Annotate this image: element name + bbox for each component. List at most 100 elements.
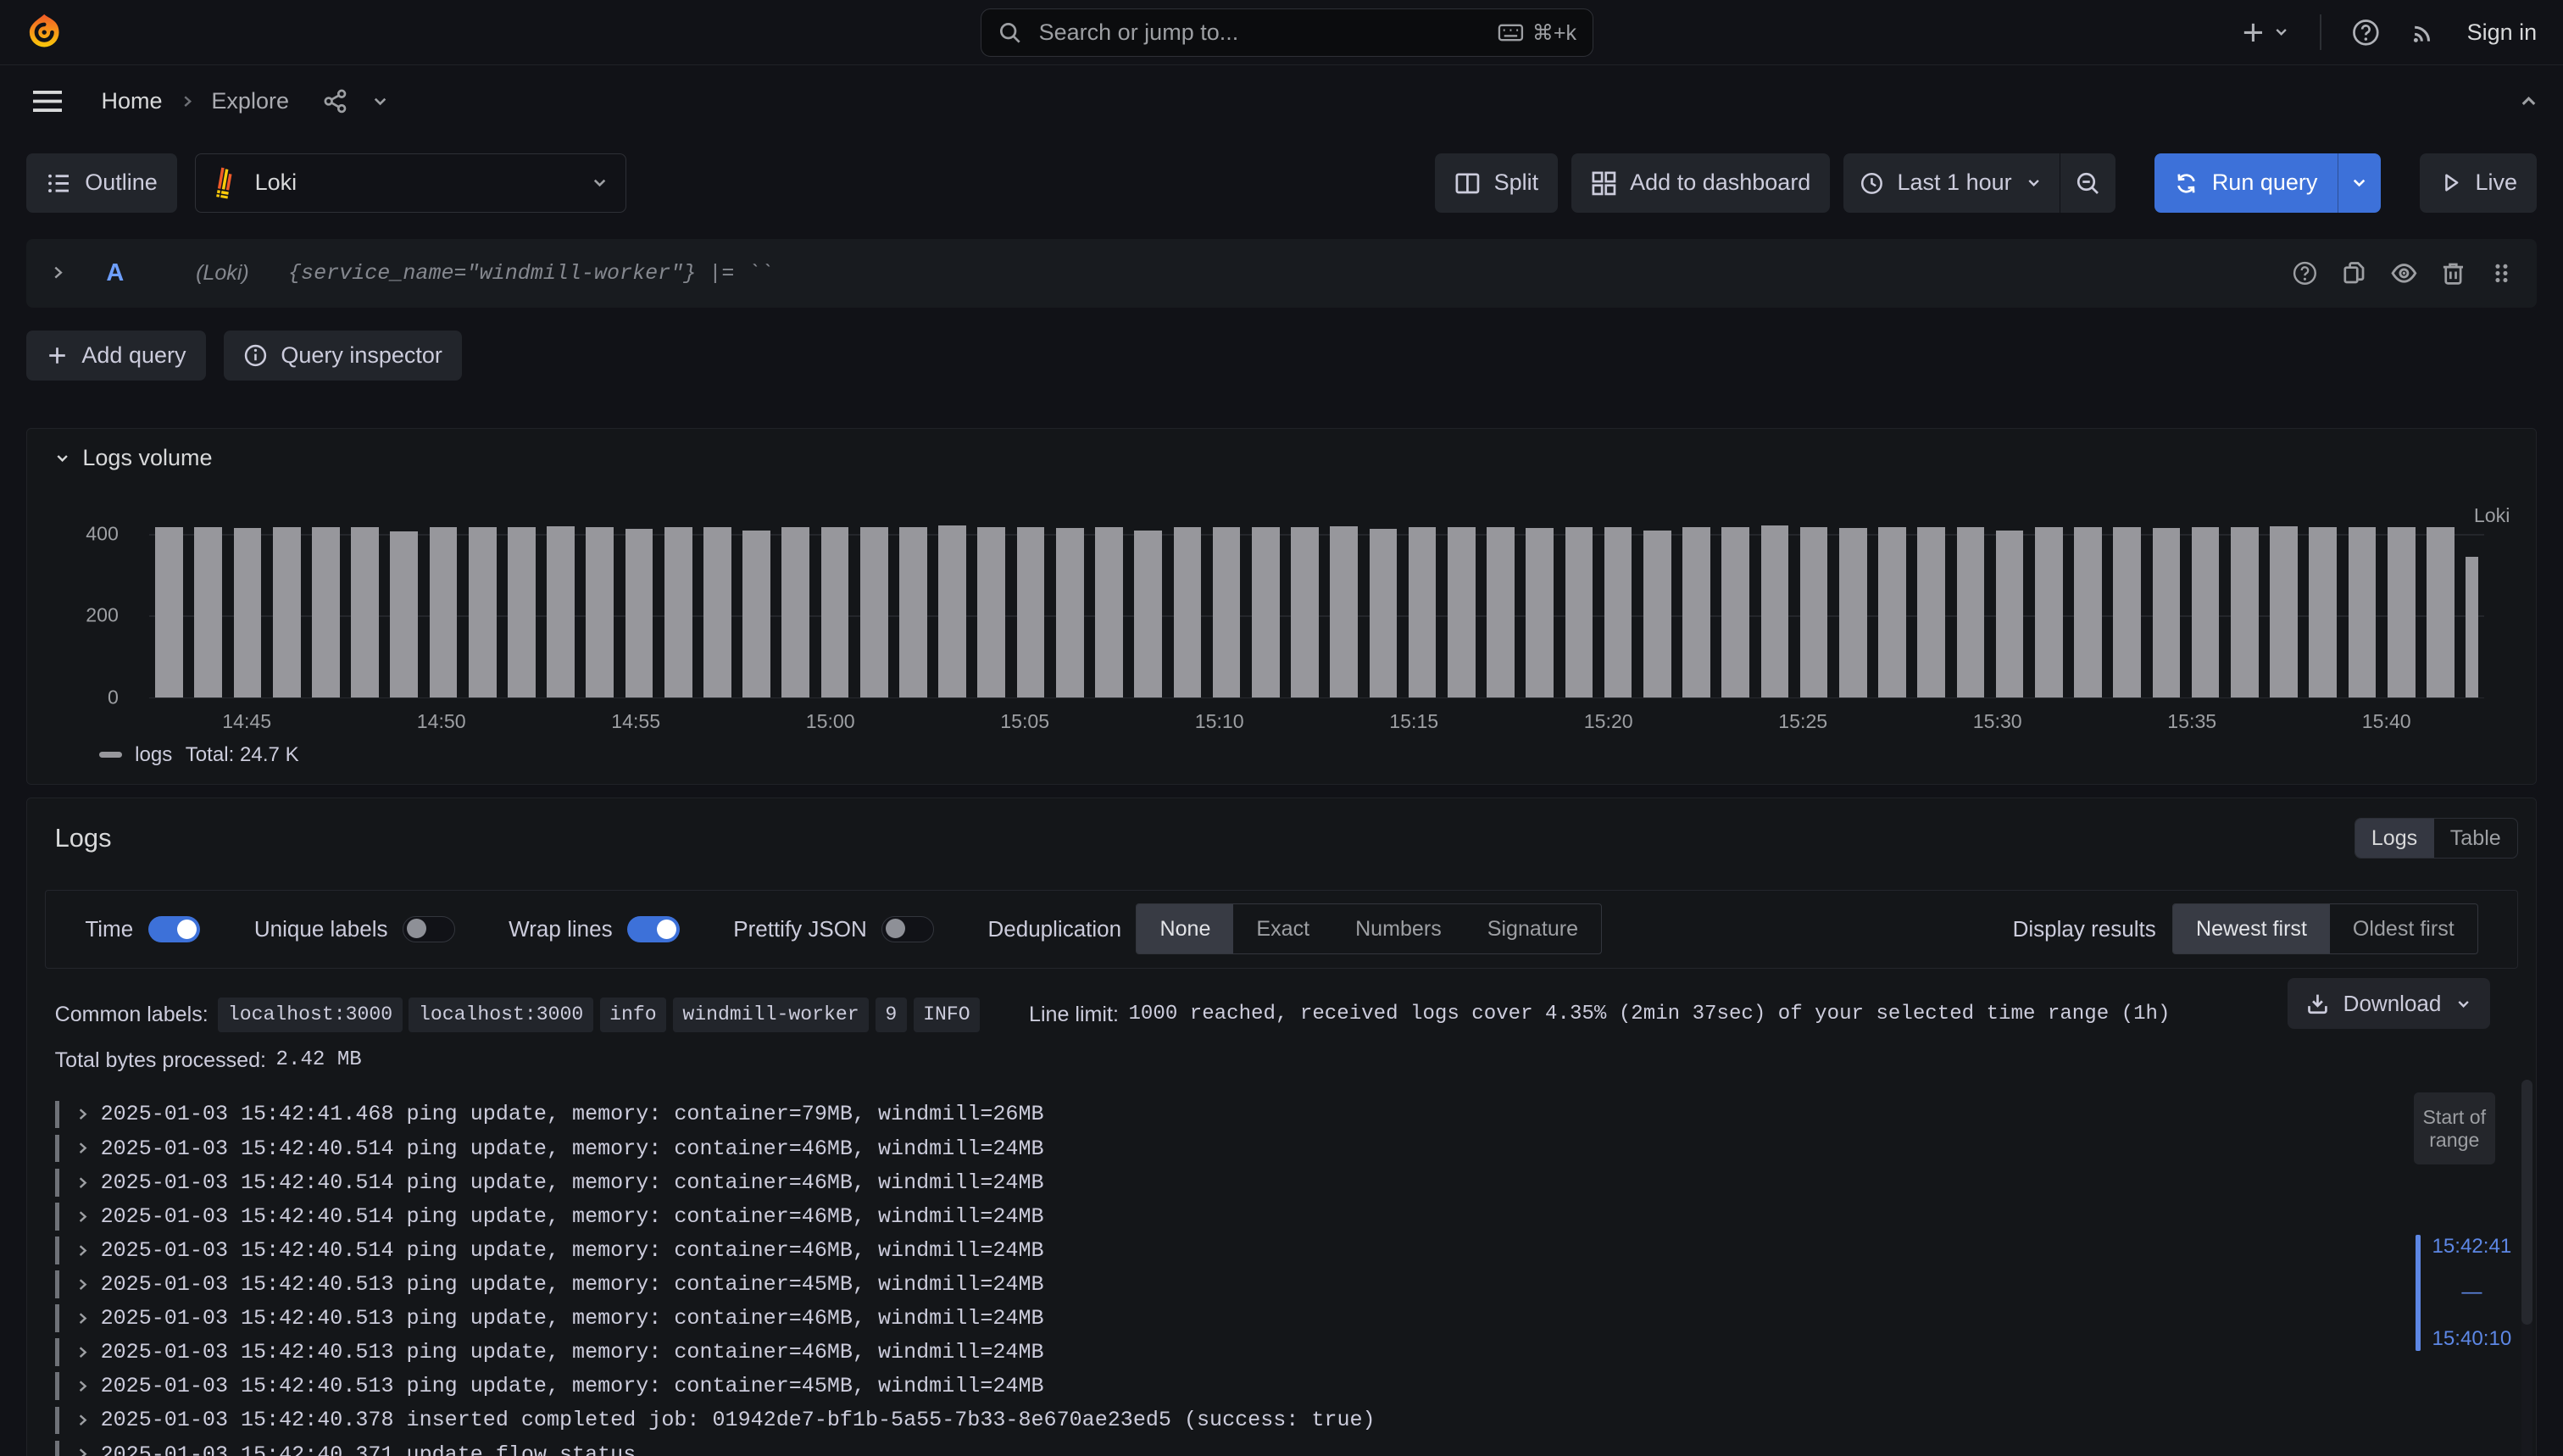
delete-query-trash-icon[interactable] xyxy=(2440,260,2466,286)
chart-bar xyxy=(977,527,1005,697)
dedup-option-numbers[interactable]: Numbers xyxy=(1332,904,1465,953)
common-label-badge: localhost:3000 xyxy=(218,998,402,1031)
sync-icon xyxy=(2174,171,2199,196)
log-row[interactable]: 2025-01-03 15:42:40.378 inserted complet… xyxy=(55,1403,2518,1437)
chart-bar xyxy=(664,527,692,697)
start-of-range-badge: Start of range xyxy=(2414,1092,2495,1164)
breadcrumb-home[interactable]: Home xyxy=(102,88,163,114)
query-expand-chevron-icon[interactable] xyxy=(49,264,67,281)
time-picker-group: Last 1 hour xyxy=(1843,153,2115,212)
split-button[interactable]: Split xyxy=(1435,153,1558,212)
log-row[interactable]: 2025-01-03 15:42:40.514 ping update, mem… xyxy=(55,1233,2518,1267)
log-line-text: 2025-01-03 15:42:40.514 ping update, mem… xyxy=(101,1204,1044,1229)
dedup-option-none[interactable]: None xyxy=(1137,904,1233,953)
log-row[interactable]: 2025-01-03 15:42:40.513 ping update, mem… xyxy=(55,1336,2518,1370)
chart-bar xyxy=(938,525,966,697)
zoom-out-time-button[interactable] xyxy=(2060,153,2116,212)
toggle-unique-labels[interactable] xyxy=(403,916,455,942)
x-axis-tick: 15:40 xyxy=(2362,710,2411,733)
sign-in-button[interactable]: Sign in xyxy=(2467,19,2538,46)
log-row[interactable]: 2025-01-03 15:42:40.513 ping update, mem… xyxy=(55,1267,2518,1301)
log-row[interactable]: 2025-01-03 15:42:41.468 ping update, mem… xyxy=(55,1098,2518,1131)
toggle-time[interactable] xyxy=(148,916,201,942)
chart-bar xyxy=(1213,527,1241,697)
page-menu-chevron-down-icon[interactable] xyxy=(370,92,390,111)
total-bytes-value: 2.42 MB xyxy=(276,1047,362,1075)
chart-bar xyxy=(1721,527,1749,697)
log-row[interactable]: 2025-01-03 15:42:40.514 ping update, mem… xyxy=(55,1199,2518,1233)
breadcrumb-row: Home Explore xyxy=(0,65,2563,137)
play-icon xyxy=(2439,171,2462,194)
chart-bar xyxy=(1330,526,1358,697)
chart-plot-area[interactable]: 4002000 14:4514:5014:5515:0015:0515:1015… xyxy=(149,534,2483,697)
add-query-button[interactable]: Add query xyxy=(26,331,206,381)
toggle-label-prettify-json: Prettify JSON xyxy=(733,916,867,942)
legend-series-name[interactable]: logs xyxy=(135,743,172,767)
chart-series-label[interactable]: Loki xyxy=(2474,504,2510,527)
log-expand-chevron-icon xyxy=(75,1140,91,1156)
dedup-option-signature[interactable]: Signature xyxy=(1465,904,1601,953)
datasource-picker[interactable]: Loki xyxy=(195,153,626,212)
toggle-prettify-json[interactable] xyxy=(881,916,934,942)
chart-bar xyxy=(2074,527,2102,697)
log-line-text: 2025-01-03 15:42:41.468 ping update, mem… xyxy=(101,1102,1044,1126)
deduplication-options: NoneExactNumbersSignature xyxy=(1136,903,1602,954)
log-row[interactable]: 2025-01-03 15:42:40.513 ping update, mem… xyxy=(55,1302,2518,1336)
log-line-text: 2025-01-03 15:42:40.513 ping update, mem… xyxy=(101,1306,1044,1331)
add-to-dashboard-button[interactable]: Add to dashboard xyxy=(1571,153,1831,212)
run-query-chevron-down-button[interactable] xyxy=(2338,153,2381,212)
query-row[interactable]: A (Loki) {service_name="windmill-worker"… xyxy=(26,239,2537,308)
search-shortcut-keys: ⌘+k xyxy=(1532,20,1576,46)
toggle-label-time: Time xyxy=(85,916,133,942)
query-preview: {service_name="windmill-worker"} |= `` xyxy=(288,261,773,286)
logs-volume-header[interactable]: Logs volume xyxy=(53,442,2510,475)
logs-volume-title: Logs volume xyxy=(82,445,212,471)
chart-bar xyxy=(2153,528,2181,697)
preview-eye-icon[interactable] xyxy=(2390,259,2418,287)
logs-scrollbar[interactable] xyxy=(2521,1080,2533,1456)
explore-toolbar: Outline Loki xyxy=(26,153,2537,212)
keyboard-icon xyxy=(1498,21,1524,44)
chart-bar xyxy=(1526,528,1554,697)
query-help-icon[interactable] xyxy=(2292,260,2318,286)
share-icon[interactable] xyxy=(322,88,348,114)
query-inspector-button[interactable]: Query inspector xyxy=(224,331,462,381)
grafana-logo-icon[interactable] xyxy=(26,13,62,52)
breadcrumb-current[interactable]: Explore xyxy=(211,88,289,114)
copy-query-icon[interactable] xyxy=(2341,260,2367,286)
top-nav: ⌘+k xyxy=(0,0,2563,65)
logs-volume-chart: 4002000 14:4514:5014:5515:0015:0515:1015… xyxy=(53,534,2510,767)
log-row[interactable]: 2025-01-03 15:42:40.371 update flow stat… xyxy=(55,1437,2518,1456)
view-option-logs[interactable]: Logs xyxy=(2355,819,2434,858)
help-icon[interactable] xyxy=(2351,18,2381,47)
logs-scrollbar-thumb[interactable] xyxy=(2521,1080,2533,1325)
log-row[interactable]: 2025-01-03 15:42:40.514 ping update, mem… xyxy=(55,1165,2518,1199)
display-option-oldest-first[interactable]: Oldest first xyxy=(2330,904,2477,953)
chart-bar xyxy=(547,526,575,697)
new-menu-button[interactable] xyxy=(2240,19,2291,46)
download-button[interactable]: Download xyxy=(2288,978,2490,1029)
log-row[interactable]: 2025-01-03 15:42:40.513 ping update, mem… xyxy=(55,1370,2518,1403)
drag-handle-icon[interactable] xyxy=(2489,260,2514,286)
live-button[interactable]: Live xyxy=(2420,153,2537,212)
menu-hamburger-icon[interactable] xyxy=(33,90,63,113)
run-query-button[interactable]: Run query xyxy=(2154,153,2337,212)
chart-bar xyxy=(1174,527,1202,697)
dedup-option-exact[interactable]: Exact xyxy=(1233,904,1332,953)
display-option-newest-first[interactable]: Newest first xyxy=(2173,904,2330,953)
y-axis-tick: 0 xyxy=(108,686,119,709)
collapse-chevron-up-icon[interactable] xyxy=(2517,90,2540,113)
search-input[interactable] xyxy=(1036,18,1485,47)
chart-bar xyxy=(194,527,222,697)
toggle-wrap-lines[interactable] xyxy=(627,916,680,942)
chart-bar xyxy=(1134,531,1162,697)
chart-bar xyxy=(860,527,888,697)
time-range-button[interactable]: Last 1 hour xyxy=(1843,153,2060,212)
search-box[interactable]: ⌘+k xyxy=(981,8,1593,58)
view-option-table[interactable]: Table xyxy=(2434,819,2517,858)
chart-bar xyxy=(1839,528,1867,697)
news-rss-icon[interactable] xyxy=(2410,19,2438,47)
chart-bar xyxy=(312,527,340,697)
outline-button[interactable]: Outline xyxy=(26,153,177,212)
log-row[interactable]: 2025-01-03 15:42:40.514 ping update, mem… xyxy=(55,1131,2518,1165)
